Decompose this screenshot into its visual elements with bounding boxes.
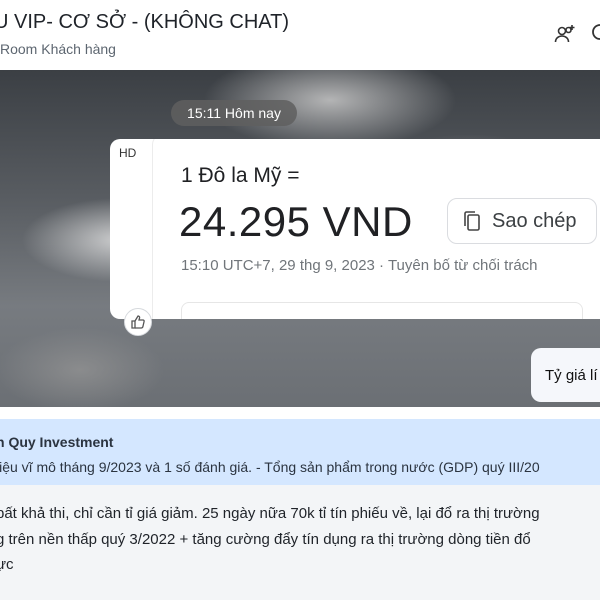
chat-subtitle: Room Khách hàng [0,41,116,57]
hd-badge: HD [119,146,137,160]
copy-label: Sao chép [492,209,577,232]
image-message[interactable]: HD 1 Đô la Mỹ = 24.295 VND Sao chép 15:1… [110,139,600,319]
conversion-result: 24.295 VND [179,198,413,245]
thumbs-up-icon [131,315,145,329]
message-body: bất khả thi, chỉ cần tỉ giá giảm. 25 ngà… [0,485,600,600]
search-icon[interactable] [588,20,600,48]
currency-converter-card: 1 Đô la Mỹ = 24.295 VND Sao chép 15:10 U… [152,139,600,319]
my-message-bubble[interactable]: Tỷ giá lí [531,348,600,402]
message-line: g trên nền thấp quý 3/2022 + tăng cường … [0,531,531,548]
time-separator: 15:11 Hôm nay [171,100,297,126]
conversion-meta: 15:10 UTC+7, 29 thg 9, 2023 · Tuyên bố t… [181,257,538,274]
message-line: bất khả thi, chỉ cần tỉ giá giảm. 25 ngà… [0,505,540,522]
converter-input-box [181,302,583,319]
copy-button[interactable]: Sao chép [447,198,597,244]
add-member-icon[interactable] [551,20,579,48]
copy-icon [464,211,480,231]
quote-author: n Quy Investment [0,434,114,450]
chat-header: U VIP- CƠ SỞ - (KHÔNG CHAT) Room Khách h… [0,0,600,71]
quoted-message[interactable]: n Quy Investment liệu vĩ mô tháng 9/2023… [0,419,600,485]
quote-text: liệu vĩ mô tháng 9/2023 và 1 số đánh giá… [0,459,540,475]
like-button[interactable] [124,308,152,336]
message-line: ực [0,556,14,573]
conversion-source: 1 Đô la Mỹ = [181,164,300,187]
chat-title: U VIP- CƠ SỞ - (KHÔNG CHAT) [0,11,290,33]
